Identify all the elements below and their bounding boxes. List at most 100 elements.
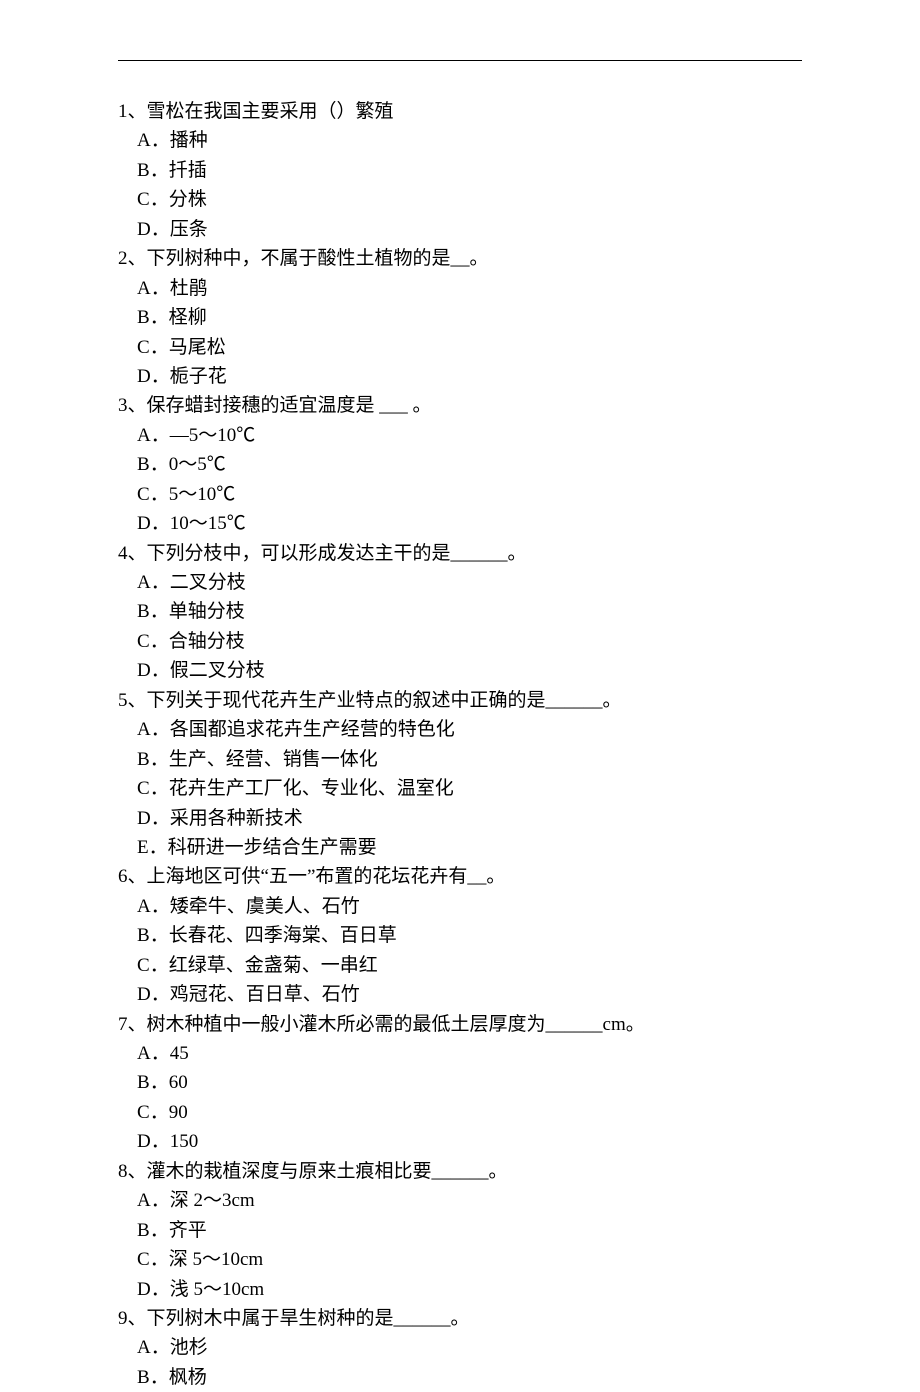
question-number: 7 xyxy=(118,1014,128,1035)
question-number-separator: 、 xyxy=(128,690,147,711)
question-number-separator: 、 xyxy=(128,395,147,416)
option-separator: ． xyxy=(150,1367,169,1388)
option-letter: B xyxy=(137,749,150,770)
option-text: 矮牵牛、虞美人、石竹 xyxy=(170,896,360,917)
option-text: 深 2～3cm xyxy=(170,1190,255,1211)
question-number: 3 xyxy=(118,395,128,416)
question-list: 1、雪松在我国主要采用（）繁殖A．播种B．扦插C．分株D．压条2、下列树种中，不… xyxy=(118,97,802,1392)
option-letter: D xyxy=(137,1279,151,1300)
option-letter: A xyxy=(137,1043,151,1064)
option-separator: ． xyxy=(150,601,169,622)
option-letter: A xyxy=(137,896,151,917)
question-number-separator: 、 xyxy=(128,543,147,564)
page: 1、雪松在我国主要采用（）繁殖A．播种B．扦插C．分株D．压条2、下列树种中，不… xyxy=(0,0,920,1392)
option: D．浅 5～10cm xyxy=(118,1275,802,1304)
option-letter: B xyxy=(137,1072,150,1093)
question-number-separator: 、 xyxy=(128,1014,147,1035)
option: C．分株 xyxy=(118,185,802,214)
option: A．―5～10℃ xyxy=(118,421,802,450)
option-text: 生产、经营、销售一体化 xyxy=(169,749,378,770)
option: B．齐平 xyxy=(118,1216,802,1245)
option-text: 45 xyxy=(170,1043,189,1064)
option-separator: ． xyxy=(151,366,170,387)
question-stem-text: 树木种植中一般小灌木所必需的最低土层厚度为______cm。 xyxy=(147,1014,645,1035)
option-text: 假二叉分枝 xyxy=(170,660,265,681)
option: D．10～15℃ xyxy=(118,509,802,538)
option-separator: ． xyxy=(150,484,169,505)
option-separator: ． xyxy=(151,278,170,299)
option-letter: D xyxy=(137,660,151,681)
option-separator: ． xyxy=(151,1337,170,1358)
option-separator: ． xyxy=(149,837,168,858)
option: A．45 xyxy=(118,1039,802,1068)
option-letter: D xyxy=(137,808,151,829)
question-stem: 8、灌木的栽植深度与原来土痕相比要______。 xyxy=(118,1157,802,1186)
option-letter: C xyxy=(137,484,150,505)
option-text: 马尾松 xyxy=(169,337,226,358)
option: D．采用各种新技术 xyxy=(118,804,802,833)
option-text: 150 xyxy=(170,1131,199,1152)
option-text: 压条 xyxy=(170,219,208,240)
option-letter: E xyxy=(137,837,149,858)
option-separator: ． xyxy=(151,896,170,917)
option-separator: ． xyxy=(150,454,169,475)
question-stem-text: 保存蜡封接穗的适宜温度是 ___ 。 xyxy=(147,395,432,416)
option-letter: A xyxy=(137,425,151,446)
option-letter: B xyxy=(137,1220,150,1241)
option-text: 浅 5～10cm xyxy=(170,1279,264,1300)
option-text: 各国都追求花卉生产经营的特色化 xyxy=(170,719,455,740)
option-separator: ． xyxy=(150,1072,169,1093)
option-text: 齐平 xyxy=(169,1220,207,1241)
option-separator: ． xyxy=(150,1249,169,1270)
option-separator: ． xyxy=(150,337,169,358)
option-letter: B xyxy=(137,925,150,946)
option-text: 二叉分枝 xyxy=(170,572,246,593)
option-letter: C xyxy=(137,337,150,358)
question-stem: 5、下列关于现代花卉生产业特点的叙述中正确的是______。 xyxy=(118,686,802,715)
option-separator: ． xyxy=(151,660,170,681)
question-stem-text: 雪松在我国主要采用（）繁殖 xyxy=(147,101,394,122)
option-letter: C xyxy=(137,189,150,210)
option-separator: ． xyxy=(150,778,169,799)
option: A．池杉 xyxy=(118,1333,802,1362)
option: B．单轴分枝 xyxy=(118,597,802,626)
option: A．二叉分枝 xyxy=(118,568,802,597)
option: C．花卉生产工厂化、专业化、温室化 xyxy=(118,774,802,803)
option-letter: B xyxy=(137,307,150,328)
option-separator: ． xyxy=(150,189,169,210)
option-text: 10～15℃ xyxy=(170,513,246,534)
option: A．深 2～3cm xyxy=(118,1186,802,1215)
option-separator: ． xyxy=(151,1190,170,1211)
option-letter: C xyxy=(137,778,150,799)
question-number: 8 xyxy=(118,1161,128,1182)
option-letter: A xyxy=(137,130,151,151)
option: E．科研进一步结合生产需要 xyxy=(118,833,802,862)
option-separator: ． xyxy=(151,1279,170,1300)
option: B．长春花、四季海棠、百日草 xyxy=(118,921,802,950)
question-number-separator: 、 xyxy=(128,248,147,269)
question-stem-text: 下列分枝中，可以形成发达主干的是______。 xyxy=(147,543,527,564)
question-number: 6 xyxy=(118,866,128,887)
option-separator: ． xyxy=(150,160,169,181)
question-number: 1 xyxy=(118,101,128,122)
question-number: 5 xyxy=(118,690,128,711)
question-number-separator: 、 xyxy=(128,101,147,122)
option-text: 花卉生产工厂化、专业化、温室化 xyxy=(169,778,454,799)
option-text: 深 5～10cm xyxy=(169,1249,263,1270)
option-separator: ． xyxy=(151,572,170,593)
option-text: 扦插 xyxy=(169,160,207,181)
option-separator: ． xyxy=(151,1043,170,1064)
option-letter: A xyxy=(137,1190,151,1211)
question-number-separator: 、 xyxy=(128,1161,147,1182)
option-separator: ． xyxy=(150,955,169,976)
option-text: 科研进一步结合生产需要 xyxy=(168,837,377,858)
option-text: 0～5℃ xyxy=(169,454,226,475)
question-stem: 1、雪松在我国主要采用（）繁殖 xyxy=(118,97,802,126)
option-text: 单轴分枝 xyxy=(169,601,245,622)
option-text: 采用各种新技术 xyxy=(170,808,303,829)
question-stem-text: 上海地区可供“五一”布置的花坛花卉有__。 xyxy=(147,866,506,887)
option-separator: ． xyxy=(151,719,170,740)
option-text: 播种 xyxy=(170,130,208,151)
option-text: 鸡冠花、百日草、石竹 xyxy=(170,984,360,1005)
question-stem-text: 下列树木中属于旱生树种的是______。 xyxy=(147,1308,470,1329)
